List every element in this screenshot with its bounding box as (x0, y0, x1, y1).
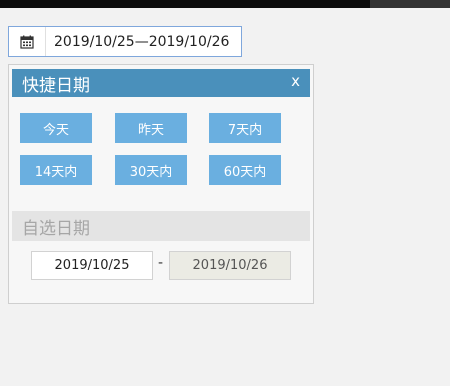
start-date-input[interactable]: 2019/10/25 (31, 251, 153, 280)
calendar-icon[interactable] (9, 27, 46, 56)
date-separator: - (158, 255, 164, 271)
date-range-value: 2019/10/25—2019/10/26 (54, 33, 230, 50)
quick-14days-button[interactable]: 14天内 (20, 155, 92, 185)
quick-yesterday-button[interactable]: 昨天 (115, 113, 187, 143)
close-button[interactable]: x (291, 72, 300, 90)
custom-date-header: 自选日期 (12, 211, 310, 241)
date-range-input[interactable]: 2019/10/25—2019/10/26 (8, 26, 242, 57)
date-picker-panel: 快捷日期 x 今天 昨天 7天内 14天内 30天内 60天内 自选日期 201… (8, 64, 314, 304)
top-bar-right (370, 0, 450, 8)
quick-date-header: 快捷日期 x (12, 69, 310, 97)
custom-date-title: 自选日期 (22, 218, 90, 239)
quick-today-button[interactable]: 今天 (20, 113, 92, 143)
quick-60days-button[interactable]: 60天内 (209, 155, 281, 185)
end-date-input[interactable]: 2019/10/26 (169, 251, 291, 280)
quick-7days-button[interactable]: 7天内 (209, 113, 281, 143)
quick-date-title: 快捷日期 (22, 75, 90, 96)
quick-30days-button[interactable]: 30天内 (115, 155, 187, 185)
calendar-icon-glyph (20, 35, 34, 49)
